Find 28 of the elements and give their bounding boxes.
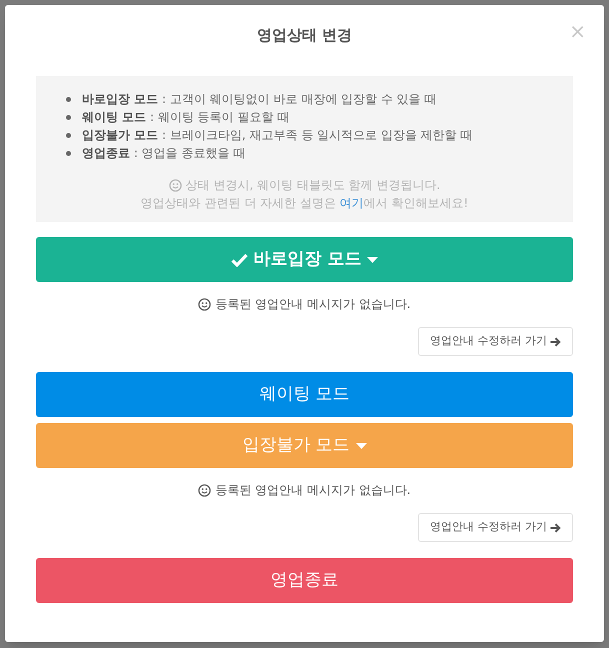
arrow-right-icon bbox=[550, 336, 561, 346]
modal-title: 영업상태 변경 bbox=[256, 24, 352, 46]
bullet-icon bbox=[66, 96, 71, 102]
mode-button[interactable]: 바로입장 모드 bbox=[36, 237, 573, 282]
bullet-icon bbox=[66, 114, 71, 120]
mode-description: 입장불가 모드 : 브레이크타임, 재고부족 등 일시적으로 입장을 제한할 때 bbox=[82, 127, 473, 144]
bullet-icon bbox=[66, 132, 71, 138]
arrow-right-icon bbox=[550, 522, 561, 532]
bullet-icon bbox=[66, 150, 71, 156]
caret-icon bbox=[356, 442, 367, 448]
mode-button[interactable]: 웨이팅 모드 bbox=[36, 372, 573, 417]
note-text: 상태 변경시, 웨이팅 태블릿도 함께 변경됩니다. bbox=[186, 177, 440, 194]
mode-description: 영업종료 : 영업을 종료했을 때 bbox=[82, 145, 246, 162]
mode-description: 웨이팅 모드 : 웨이팅 등록이 필요할 때 bbox=[82, 109, 290, 126]
caret-icon bbox=[367, 256, 378, 262]
notice-message: 등록된 영업안내 메시지가 없습니다. bbox=[215, 482, 411, 499]
edit-notice-button[interactable]: 영업안내 수정하러 가기 bbox=[418, 327, 573, 356]
mode-button[interactable]: 입장불가 모드 bbox=[36, 423, 573, 468]
notice-message: 등록된 영업안내 메시지가 없습니다. bbox=[215, 296, 411, 313]
smiley-icon bbox=[198, 298, 212, 310]
smiley-icon bbox=[198, 484, 212, 496]
detail-text: 영업상태와 관련된 더 자세한 설명은 여기에서 확인해보세요! bbox=[140, 195, 468, 212]
checkmark-icon bbox=[230, 252, 248, 266]
mode-button[interactable]: 영업종료 bbox=[36, 558, 573, 603]
here-link[interactable]: 여기 bbox=[340, 196, 364, 210]
smiley-icon bbox=[168, 178, 182, 192]
edit-notice-button[interactable]: 영업안내 수정하러 가기 bbox=[418, 513, 573, 542]
mode-description: 바로입장 모드 : 고객이 웨이팅없이 바로 매장에 입장할 수 있을 때 bbox=[82, 91, 437, 108]
